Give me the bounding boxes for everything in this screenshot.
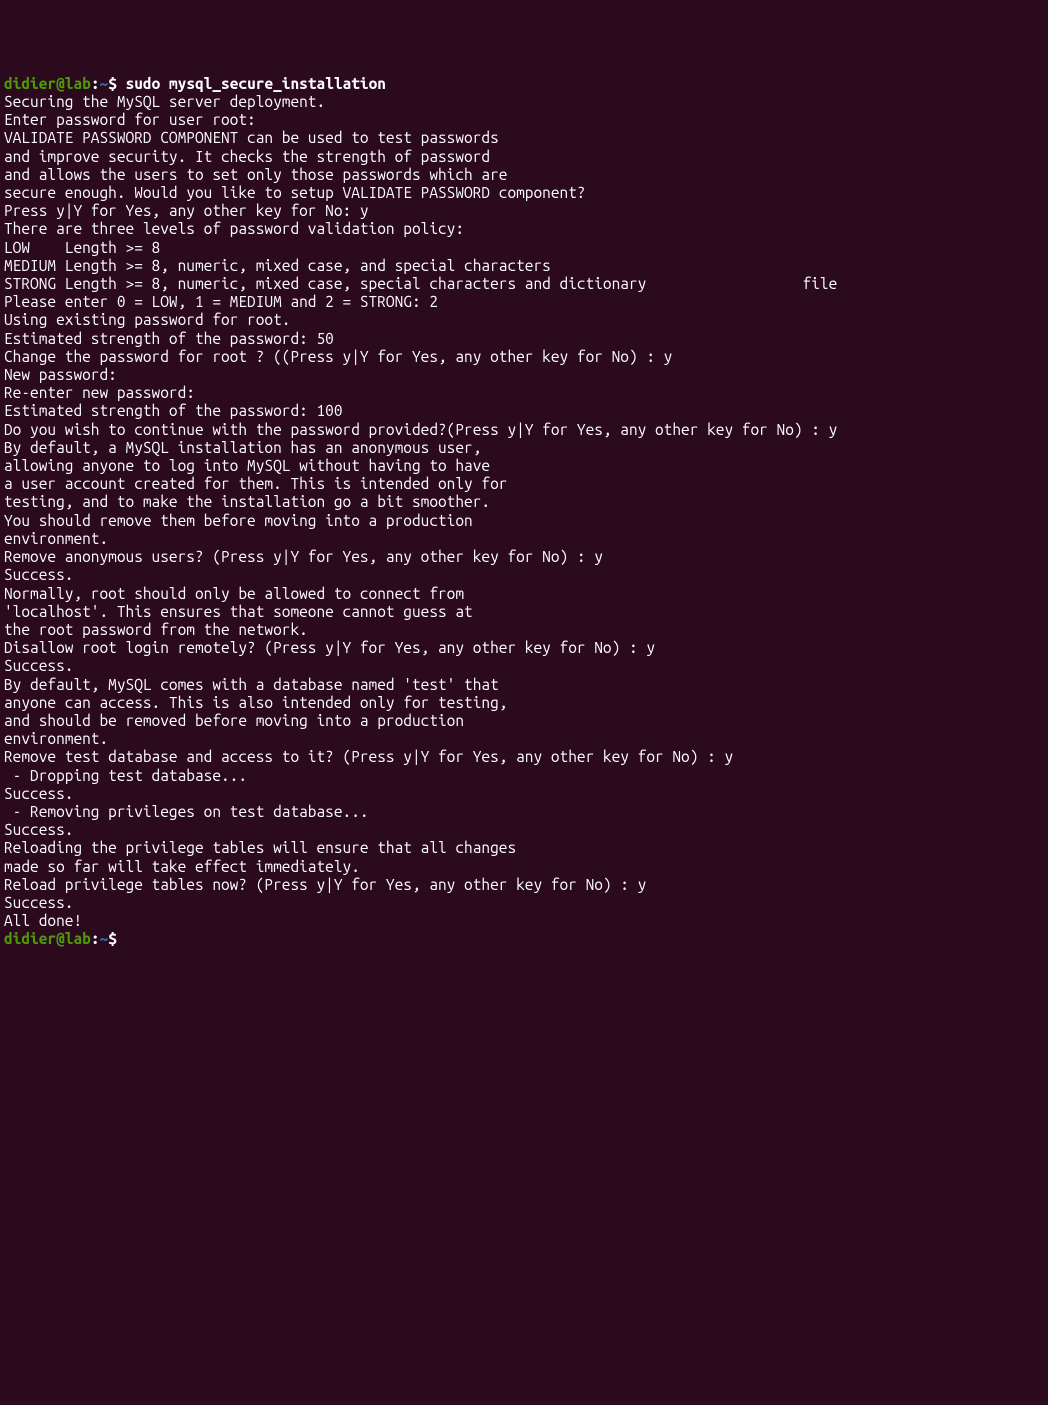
terminal-output: Using existing password for root. <box>4 311 1044 329</box>
terminal-output: You should remove them before moving int… <box>4 512 1044 530</box>
terminal-output: Please enter 0 = LOW, 1 = MEDIUM and 2 =… <box>4 293 1044 311</box>
terminal-output: Do you wish to continue with the passwor… <box>4 421 1044 439</box>
terminal[interactable]: didier@lab:~$ sudo mysql_secure_installa… <box>4 75 1044 949</box>
terminal-output: Success. <box>4 657 1044 675</box>
prompt-cwd: ~ <box>100 930 109 947</box>
terminal-output: All done! <box>4 912 1044 930</box>
terminal-output: the root password from the network. <box>4 621 1044 639</box>
prompt-cwd: ~ <box>100 75 109 92</box>
terminal-output: STRONG Length >= 8, numeric, mixed case,… <box>4 275 1044 293</box>
terminal-output: secure enough. Would you like to setup V… <box>4 184 1044 202</box>
terminal-output: LOW Length >= 8 <box>4 239 1044 257</box>
terminal-output: allowing anyone to log into MySQL withou… <box>4 457 1044 475</box>
terminal-output: Change the password for root ? ((Press y… <box>4 348 1044 366</box>
terminal-output: There are three levels of password valid… <box>4 220 1044 238</box>
terminal-output: Remove test database and access to it? (… <box>4 748 1044 766</box>
terminal-output: a user account created for them. This is… <box>4 475 1044 493</box>
terminal-output: - Removing privileges on test database..… <box>4 803 1044 821</box>
user-host: didier@lab <box>4 930 91 947</box>
terminal-output: Press y|Y for Yes, any other key for No:… <box>4 202 1044 220</box>
prompt-colon: : <box>91 75 100 92</box>
terminal-output: Success. <box>4 894 1044 912</box>
terminal-output: Success. <box>4 785 1044 803</box>
terminal-output: and allows the users to set only those p… <box>4 166 1044 184</box>
terminal-output: Re-enter new password: <box>4 384 1044 402</box>
terminal-output: Estimated strength of the password: 50 <box>4 330 1044 348</box>
terminal-output: New password: <box>4 366 1044 384</box>
terminal-output: 'localhost'. This ensures that someone c… <box>4 603 1044 621</box>
terminal-output: testing, and to make the installation go… <box>4 493 1044 511</box>
prompt-line-2[interactable]: didier@lab:~$ <box>4 930 1044 948</box>
terminal-output: made so far will take effect immediately… <box>4 858 1044 876</box>
terminal-output: Securing the MySQL server deployment. <box>4 93 1044 111</box>
terminal-output: environment. <box>4 730 1044 748</box>
terminal-output: Enter password for user root: <box>4 111 1044 129</box>
user-host: didier@lab <box>4 75 91 92</box>
prompt-colon: : <box>91 930 100 947</box>
terminal-output: Reload privilege tables now? (Press y|Y … <box>4 876 1044 894</box>
terminal-output: VALIDATE PASSWORD COMPONENT can be used … <box>4 129 1044 147</box>
terminal-output: environment. <box>4 530 1044 548</box>
terminal-output: anyone can access. This is also intended… <box>4 694 1044 712</box>
terminal-output: Disallow root login remotely? (Press y|Y… <box>4 639 1044 657</box>
prompt-dollar: $ <box>108 930 125 947</box>
terminal-output: and should be removed before moving into… <box>4 712 1044 730</box>
terminal-output: and improve security. It checks the stre… <box>4 148 1044 166</box>
command-text: sudo mysql_secure_installation <box>126 75 386 92</box>
terminal-output: - Dropping test database... <box>4 767 1044 785</box>
terminal-output: By default, MySQL comes with a database … <box>4 676 1044 694</box>
terminal-output: By default, a MySQL installation has an … <box>4 439 1044 457</box>
terminal-output: Reloading the privilege tables will ensu… <box>4 839 1044 857</box>
prompt-dollar: $ <box>108 75 125 92</box>
terminal-output: Remove anonymous users? (Press y|Y for Y… <box>4 548 1044 566</box>
terminal-output: Normally, root should only be allowed to… <box>4 585 1044 603</box>
terminal-output: Success. <box>4 566 1044 584</box>
terminal-output: Success. <box>4 821 1044 839</box>
terminal-output: MEDIUM Length >= 8, numeric, mixed case,… <box>4 257 1044 275</box>
terminal-output: Estimated strength of the password: 100 <box>4 402 1044 420</box>
prompt-line-1: didier@lab:~$ sudo mysql_secure_installa… <box>4 75 1044 93</box>
